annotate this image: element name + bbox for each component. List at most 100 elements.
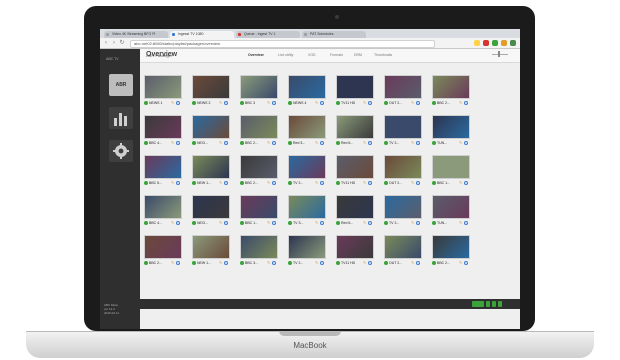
- video-thumbnail[interactable]: [192, 155, 230, 179]
- thumbnail-card[interactable]: BBC 4... ✎: [144, 115, 182, 147]
- thumbnail-card[interactable]: Red 3... ✎: [288, 115, 326, 147]
- menu-icon[interactable]: [510, 40, 516, 46]
- sync-icon[interactable]: [368, 221, 372, 225]
- sync-icon[interactable]: [368, 261, 372, 265]
- edit-icon[interactable]: ✎: [267, 101, 271, 105]
- edit-icon[interactable]: ✎: [363, 141, 367, 145]
- edit-icon[interactable]: ✎: [315, 181, 319, 185]
- edit-icon[interactable]: ✎: [411, 181, 415, 185]
- sync-icon[interactable]: [224, 221, 228, 225]
- thumbnail-card[interactable]: TV11 HD ✎: [336, 155, 374, 187]
- zoom-slider[interactable]: [492, 54, 508, 55]
- video-thumbnail[interactable]: [336, 235, 374, 259]
- video-thumbnail[interactable]: [432, 235, 470, 259]
- video-thumbnail[interactable]: [240, 155, 278, 179]
- thumbnail-card[interactable]: OUT 2... ✎: [384, 75, 422, 107]
- edit-icon[interactable]: ✎: [219, 181, 223, 185]
- url-input[interactable]: abc-net02:8080/static/playlist/packager/…: [130, 40, 435, 48]
- video-thumbnail[interactable]: [432, 75, 470, 99]
- video-thumbnail[interactable]: [144, 75, 182, 99]
- sync-icon[interactable]: [368, 101, 372, 105]
- thumbnail-card[interactable]: BBC 2... ✎: [240, 115, 278, 147]
- sidebar-item-settings[interactable]: [109, 140, 133, 162]
- thumbnail-card[interactable]: BBC 2... ✎: [144, 235, 182, 267]
- video-thumbnail[interactable]: [192, 195, 230, 219]
- tab-thumbnails[interactable]: Thumbnails: [374, 53, 392, 57]
- video-thumbnail[interactable]: [144, 115, 182, 139]
- edit-icon[interactable]: ✎: [171, 141, 175, 145]
- sync-icon[interactable]: [464, 181, 468, 185]
- thumbnail-card[interactable]: TV 2... ✎: [288, 155, 326, 187]
- edit-icon[interactable]: ✎: [363, 181, 367, 185]
- thumbnail-card[interactable]: NEWS 4 ✎: [288, 75, 326, 107]
- edit-icon[interactable]: ✎: [219, 221, 223, 225]
- video-thumbnail[interactable]: [240, 75, 278, 99]
- video-thumbnail[interactable]: [240, 195, 278, 219]
- edit-icon[interactable]: ✎: [459, 221, 463, 225]
- sync-icon[interactable]: [176, 181, 180, 185]
- sidebar-item-abr[interactable]: ABR: [109, 74, 133, 96]
- sync-icon[interactable]: [464, 141, 468, 145]
- sync-icon[interactable]: [464, 101, 468, 105]
- sync-icon[interactable]: [176, 141, 180, 145]
- video-thumbnail[interactable]: [240, 115, 278, 139]
- edit-icon[interactable]: ✎: [315, 221, 319, 225]
- sync-icon[interactable]: [224, 141, 228, 145]
- extension-icon[interactable]: [492, 40, 498, 46]
- back-icon[interactable]: ‹: [103, 40, 109, 46]
- video-thumbnail[interactable]: [288, 115, 326, 139]
- sync-icon[interactable]: [416, 141, 420, 145]
- thumbnail-card[interactable]: BBC 3... ✎: [240, 235, 278, 267]
- thumbnail-card[interactable]: Red 6... ✎: [336, 195, 374, 227]
- sync-icon[interactable]: [272, 141, 276, 145]
- edit-icon[interactable]: ✎: [459, 101, 463, 105]
- reload-icon[interactable]: ↻: [119, 40, 125, 46]
- thumbnail-card[interactable]: TV 3... ✎: [288, 195, 326, 227]
- thumbnail-card[interactable]: TV11 HD ✎: [336, 235, 374, 267]
- sync-icon[interactable]: [464, 261, 468, 265]
- sync-icon[interactable]: [176, 101, 180, 105]
- thumbnail-card[interactable]: BBC 2... ✎: [432, 235, 470, 267]
- star-icon[interactable]: [474, 40, 480, 46]
- thumbnail-card[interactable]: TV 2... ✎: [288, 235, 326, 267]
- zoom-slider-handle[interactable]: [498, 51, 500, 57]
- edit-icon[interactable]: ✎: [315, 101, 319, 105]
- sync-icon[interactable]: [224, 261, 228, 265]
- video-thumbnail[interactable]: [240, 235, 278, 259]
- extension-icon[interactable]: [501, 40, 507, 46]
- video-thumbnail[interactable]: [384, 115, 422, 139]
- sync-icon[interactable]: [368, 141, 372, 145]
- video-thumbnail[interactable]: [384, 75, 422, 99]
- sync-icon[interactable]: [320, 221, 324, 225]
- video-thumbnail[interactable]: [384, 155, 422, 179]
- video-thumbnail[interactable]: [288, 195, 326, 219]
- sync-icon[interactable]: [272, 101, 276, 105]
- edit-icon[interactable]: ✎: [459, 261, 463, 265]
- thumbnail-card[interactable]: TV 2... ✎: [384, 195, 422, 227]
- thumbnail-card[interactable]: TUN... ✎: [432, 115, 470, 147]
- sync-icon[interactable]: [320, 141, 324, 145]
- thumbnail-card[interactable]: TUN... ✎: [432, 195, 470, 227]
- video-thumbnail[interactable]: [384, 195, 422, 219]
- edit-icon[interactable]: ✎: [267, 221, 271, 225]
- sync-icon[interactable]: [416, 181, 420, 185]
- sync-icon[interactable]: [272, 181, 276, 185]
- edit-icon[interactable]: ✎: [219, 101, 223, 105]
- video-thumbnail[interactable]: [432, 115, 470, 139]
- video-thumbnail[interactable]: [432, 155, 470, 179]
- sync-icon[interactable]: [272, 221, 276, 225]
- forward-icon[interactable]: ›: [111, 40, 117, 46]
- browser-tab[interactable]: Ingesst TV 1080: [170, 31, 234, 38]
- browser-tab[interactable]: Video 4K Streaming BFO Pi: [104, 31, 168, 38]
- thumbnail-card[interactable]: TV11 HD ✎: [336, 75, 374, 107]
- edit-icon[interactable]: ✎: [363, 101, 367, 105]
- video-thumbnail[interactable]: [192, 115, 230, 139]
- sync-icon[interactable]: [416, 101, 420, 105]
- sync-icon[interactable]: [176, 261, 180, 265]
- tab-overview[interactable]: Overview: [248, 53, 264, 57]
- edit-icon[interactable]: ✎: [411, 141, 415, 145]
- video-thumbnail[interactable]: [192, 235, 230, 259]
- thumbnail-card[interactable]: Red 6... ✎: [336, 115, 374, 147]
- edit-icon[interactable]: ✎: [171, 101, 175, 105]
- browser-tab[interactable]: PAT Schedules: [302, 31, 366, 38]
